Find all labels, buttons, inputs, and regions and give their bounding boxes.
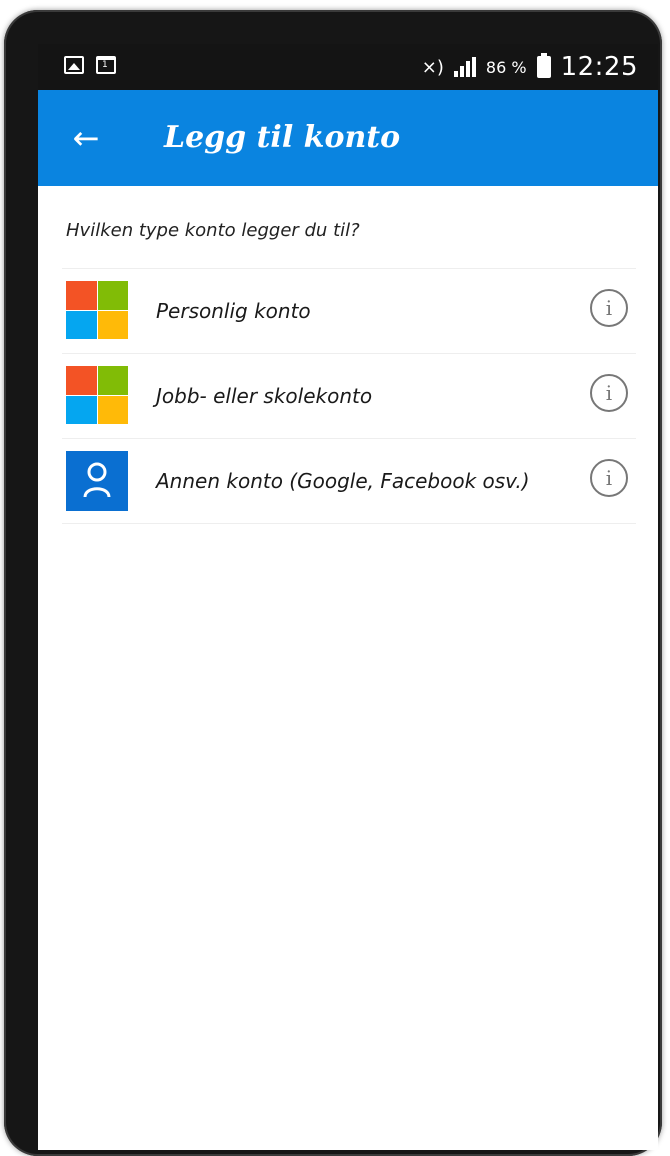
- info-button[interactable]: i: [590, 289, 628, 327]
- info-button[interactable]: i: [590, 459, 628, 497]
- calendar-icon: 1: [96, 56, 116, 74]
- back-button[interactable]: ←: [64, 116, 108, 160]
- info-icon: i: [605, 381, 613, 405]
- battery-percent: 86 %: [485, 57, 527, 77]
- account-option-label: Jobb- eller skolekonto: [156, 384, 373, 408]
- status-right-icons: ⨯) 86 % 12:25: [422, 52, 638, 82]
- mute-icon: ⨯): [421, 56, 444, 78]
- account-option-work-school[interactable]: Jobb- eller skolekonto i: [62, 353, 636, 438]
- account-option-other[interactable]: Annen konto (Google, Facebook osv.) i: [62, 438, 636, 524]
- calendar-day: 1: [102, 60, 108, 70]
- image-icon: [64, 56, 84, 74]
- account-type-list: Personlig konto i Jobb- eller skolekonto…: [62, 268, 636, 524]
- signal-icon: [453, 57, 476, 77]
- info-button[interactable]: i: [590, 374, 628, 412]
- account-option-label: Personlig konto: [156, 299, 311, 323]
- back-arrow-icon: ←: [72, 119, 100, 157]
- app-bar: ← Legg til konto: [38, 90, 658, 186]
- phone-frame: 1 ⨯) 86 % 12:25 ← Legg til konto Hvilken…: [4, 10, 662, 1156]
- account-option-personal[interactable]: Personlig konto i: [62, 268, 636, 353]
- status-bar: 1 ⨯) 86 % 12:25: [38, 44, 658, 90]
- screen: 1 ⨯) 86 % 12:25 ← Legg til konto Hvilken…: [38, 44, 658, 1150]
- page-title: Legg til konto: [164, 120, 401, 155]
- account-option-label: Annen konto (Google, Facebook osv.): [156, 469, 530, 493]
- microsoft-logo-icon: [66, 366, 128, 424]
- info-icon: i: [605, 296, 613, 320]
- info-icon: i: [605, 466, 613, 490]
- account-type-question: Hvilken type konto legger du til?: [66, 220, 360, 241]
- status-left-icons: 1: [64, 56, 116, 74]
- microsoft-logo-icon: [66, 281, 128, 339]
- person-icon: [66, 451, 128, 511]
- battery-icon: [536, 53, 551, 78]
- clock: 12:25: [560, 52, 638, 82]
